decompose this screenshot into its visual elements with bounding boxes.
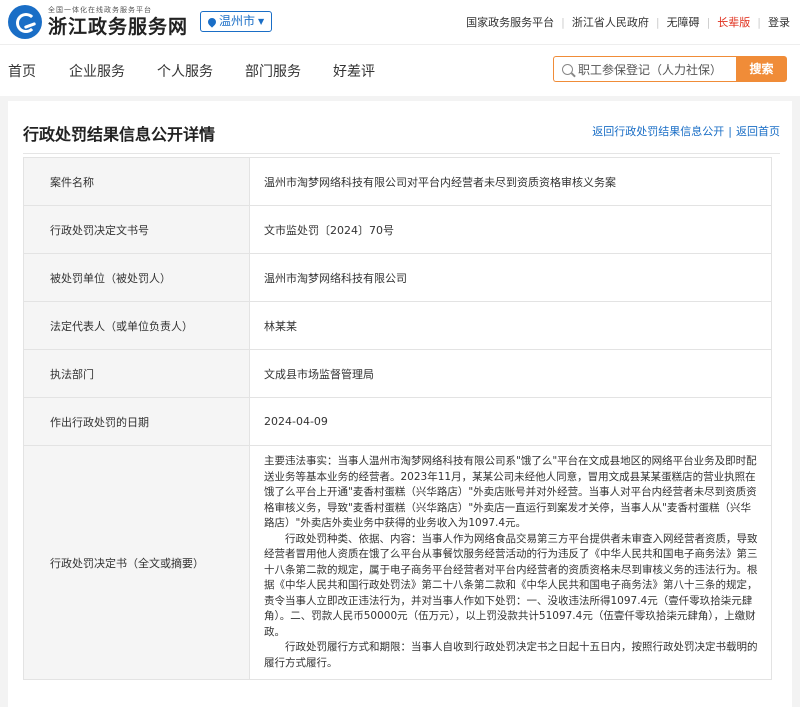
nav-item-personal[interactable]: 个人服务 [157,61,213,81]
link-accessibility[interactable]: 无障碍 [667,14,700,30]
city-selector[interactable]: 温州市 ▼ [200,11,273,32]
link-elder-mode[interactable]: 长辈版 [717,14,750,30]
table-row: 被处罚单位（被处罚人） 温州市淘梦网络科技有限公司 [23,253,772,302]
table-row: 作出行政处罚的日期 2024-04-09 [23,397,772,446]
search-input[interactable] [578,62,728,76]
nav-item-review[interactable]: 好差评 [333,61,375,81]
nav-item-home[interactable]: 首页 [8,61,36,81]
row-label: 被处罚单位（被处罚人） [23,253,250,302]
site-logo[interactable]: 全国一体化在线政务服务平台 浙江政务服务网 [8,5,188,39]
row-label: 执法部门 [23,349,250,398]
link-national-platform[interactable]: 国家政务服务平台 [466,14,554,30]
row-value: 林某某 [249,301,772,350]
table-row: 案件名称 温州市淘梦网络科技有限公司对平台内经营者未尽到资质资格审核义务案 [23,157,772,206]
top-links: 国家政务服务平台 | 浙江省人民政府 | 无障碍 | 长辈版 | 登录 [466,14,790,30]
row-value: 温州市淘梦网络科技有限公司 [249,253,772,302]
row-label: 行政处罚决定书（全文或摘要） [23,445,250,680]
penalty-content: 行政处罚种类、依据、内容：当事人作为网络食品交易第三方平台提供者未审查入网经营者… [264,532,758,638]
divider: | [655,15,660,29]
nav-item-department[interactable]: 部门服务 [245,61,301,81]
logo-icon [8,5,42,39]
search-icon [562,63,573,75]
row-value: 2024-04-09 [249,397,772,446]
divider: | [757,15,761,29]
search-button[interactable]: 搜索 [736,56,787,82]
back-to-home-link[interactable]: 返回首页 [736,125,780,138]
row-value: 文市监处罚〔2024〕70号 [249,205,772,254]
table-row: 行政处罚决定文书号 文市监处罚〔2024〕70号 [23,205,772,254]
divider [23,153,780,154]
row-label: 作出行政处罚的日期 [23,397,250,446]
logo-title: 浙江政务服务网 [48,15,189,38]
row-label: 行政处罚决定文书号 [23,205,250,254]
location-pin-icon [206,15,218,28]
city-label: 温州市 [219,14,256,28]
back-to-list-link[interactable]: 返回行政处罚结果信息公开 [592,125,724,138]
row-value: 文成县市场监督管理局 [249,349,772,398]
table-row: 执法部门 文成县市场监督管理局 [23,349,772,398]
row-label: 案件名称 [23,157,250,206]
divider: | [561,15,565,29]
page-title: 行政处罚结果信息公开详情 [23,125,216,144]
caret-down-icon: ▼ [258,17,265,26]
row-value: 温州市淘梦网络科技有限公司对平台内经营者未尽到资质资格审核义务案 [249,157,772,206]
decision-text: 主要违法事实：当事人温州市淘梦网络科技有限公司系"饿了么"平台在文成县地区的网络… [249,445,772,680]
top-bar: 全国一体化在线政务服务平台 浙江政务服务网 温州市 ▼ 国家政务服务平台 | 浙… [0,0,800,44]
nav-item-enterprise[interactable]: 企业服务 [69,61,125,81]
link-login[interactable]: 登录 [768,14,790,30]
table-row: 行政处罚决定书（全文或摘要） 主要违法事实：当事人温州市淘梦网络科技有限公司系"… [23,445,772,680]
divider: | [706,15,711,29]
search-box [553,56,736,82]
table-row: 法定代表人（或单位负责人） 林某某 [23,301,772,350]
logo-subtitle: 全国一体化在线政务服务平台 [48,5,152,14]
detail-panel: 行政处罚结果信息公开详情 返回行政处罚结果信息公开 | 返回首页 案件名称 温州市淘… [8,101,792,707]
violation-facts: 主要违法事实：当事人温州市淘梦网络科技有限公司系"饿了么"平台在文成县地区的网络… [264,455,757,529]
link-province-government[interactable]: 浙江省人民政府 [572,14,649,30]
back-links: 返回行政处罚结果信息公开 | 返回首页 [592,125,780,138]
detail-table: 案件名称 温州市淘梦网络科技有限公司对平台内经营者未尽到资质资格审核义务案 行政… [23,157,772,680]
penalty-fulfillment: 行政处罚履行方式和期限：当事人自收到行政处罚决定书之日起十五日内，按照行政处罚决… [264,641,758,669]
row-label: 法定代表人（或单位负责人） [23,301,250,350]
